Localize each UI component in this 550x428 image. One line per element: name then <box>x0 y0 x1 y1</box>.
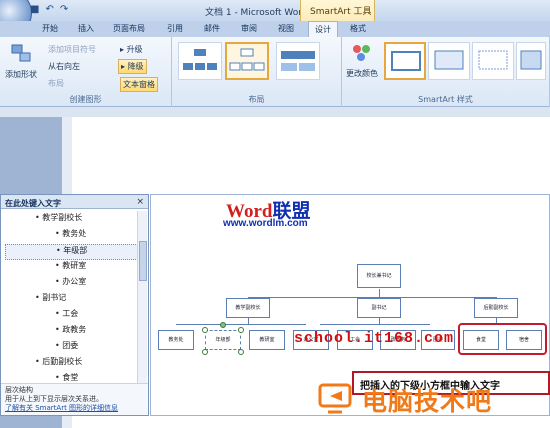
hierarchy-layout-icon <box>229 48 265 71</box>
connector <box>320 324 430 325</box>
tab-review[interactable]: 审阅 <box>241 23 257 34</box>
tab-home[interactable]: 开始 <box>42 23 58 34</box>
change-colors-icon <box>353 45 370 61</box>
org-node-level2[interactable]: 教学副校长 <box>226 298 270 318</box>
change-colors-button[interactable]: 更改颜色 <box>346 68 378 79</box>
org-node-level3[interactable]: 教务处 <box>158 330 194 350</box>
hierarchy-layout-icon <box>183 49 217 70</box>
list-item[interactable]: • 副书记 <box>5 292 138 308</box>
layout-option-2[interactable] <box>225 42 269 80</box>
save-icon[interactable]: ■ <box>30 4 39 15</box>
text-pane: 在此处键入文字 × • 教学副校长 • 教务处 • 年级部 • 教研室 • 办公… <box>0 194 149 416</box>
text-pane-list: • 教学副校长 • 教务处 • 年级部 • 教研室 • 办公室 • 副书记 • … <box>5 212 138 382</box>
learn-more-link[interactable]: 了解有关 SmartArt 图形的详细信息 <box>5 404 144 413</box>
style-option-3[interactable] <box>472 42 514 80</box>
style-option-4[interactable] <box>516 42 546 80</box>
close-icon[interactable]: × <box>136 197 144 207</box>
tab-design[interactable]: 设计 <box>308 21 338 37</box>
ribbon-tabs: 开始 插入 页面布局 引用 邮件 审阅 视图 设计 格式 <box>0 21 550 37</box>
layout-option-1[interactable] <box>178 42 222 80</box>
org-node-level2[interactable]: 后勤副校长 <box>474 298 518 318</box>
group-label-styles: SmartArt 样式 <box>418 95 473 104</box>
redo-icon[interactable]: ↷ <box>60 4 68 15</box>
description-text: 用于从上到下显示层次关系进。 <box>5 395 103 403</box>
tab-view[interactable]: 视图 <box>278 23 294 34</box>
list-item[interactable]: • 后勤副校长 <box>5 356 138 372</box>
demote-button[interactable]: ▸ 降级 <box>118 59 147 74</box>
hierarchy-layout-icon <box>281 51 315 71</box>
group-create-graphic: 添加形状 添加项目符号 从右向左 布局 ▸ 升级 ▸ 降级 文本窗格 创建图形 <box>0 37 172 107</box>
tab-references[interactable]: 引用 <box>167 23 183 34</box>
style-option-2[interactable] <box>428 42 470 80</box>
style-preview-icon <box>478 50 508 70</box>
watermark-site: school.it168.com <box>294 330 455 347</box>
style-preview-icon <box>520 50 542 70</box>
promote-label: 升级 <box>126 45 143 54</box>
group-label-create-graphic: 创建图形 <box>69 95 102 104</box>
selection-handles <box>202 322 244 355</box>
layout-option-3[interactable] <box>276 42 320 80</box>
add-shape-button[interactable]: 添加形状 <box>5 69 37 80</box>
list-item[interactable]: • 工会 <box>5 308 138 324</box>
list-item[interactable]: • 年级部 <box>5 244 138 260</box>
text-pane-button[interactable]: 文本窗格 <box>120 77 158 92</box>
description-title: 层次结构 <box>5 386 33 394</box>
watermark-brand: 电脑技术吧 <box>362 387 493 416</box>
monitor-logo-icon <box>318 383 352 414</box>
tab-insert[interactable]: 插入 <box>78 23 94 34</box>
quick-access-toolbar: ■ ↶ ↷ <box>30 4 68 15</box>
window-title: 文档 1 - Microsoft Word <box>205 8 308 18</box>
text-pane-title: 在此处键入文字 <box>1 195 148 209</box>
tab-mailings[interactable]: 邮件 <box>204 23 220 34</box>
group-label-layouts: 布局 <box>248 95 265 104</box>
tab-page-layout[interactable]: 页面布局 <box>113 23 145 34</box>
scrollbar-thumb[interactable] <box>139 241 147 281</box>
list-item[interactable]: • 教务处 <box>5 228 138 244</box>
title-bar: ■ ↶ ↷ 文档 1 - Microsoft Word <box>0 0 550 36</box>
undo-icon[interactable]: ↶ <box>45 4 53 15</box>
org-node-root[interactable]: 校长兼书记 <box>357 264 401 288</box>
list-item[interactable]: • 食堂 <box>5 372 138 382</box>
style-preview-icon <box>391 51 421 71</box>
list-item[interactable]: • 办公室 <box>5 276 138 292</box>
tab-format[interactable]: 格式 <box>350 23 366 34</box>
list-item[interactable]: • 教学副校长 <box>5 212 138 228</box>
list-item[interactable]: • 团委 <box>5 340 138 356</box>
text-pane-description: 层次结构 用于从上到下显示层次关系进。 了解有关 SmartArt 图形的详细信… <box>1 383 148 415</box>
layout-button[interactable]: 布局 <box>48 78 64 89</box>
demote-label: 降级 <box>127 62 144 71</box>
smartart-tools-label: SmartArt 工具 <box>310 7 372 17</box>
list-item[interactable]: • 教研室 <box>5 260 138 276</box>
org-node-level2[interactable]: 副书记 <box>357 298 401 318</box>
horizontal-ruler <box>0 107 550 117</box>
right-to-left-button[interactable]: 从右向左 <box>48 61 80 72</box>
add-shape-icon <box>11 44 31 62</box>
style-option-1[interactable] <box>384 42 426 80</box>
text-pane-scrollbar[interactable] <box>137 211 147 383</box>
highlight-box <box>458 323 547 355</box>
style-preview-icon <box>434 50 464 70</box>
list-item[interactable]: • 政教务 <box>5 324 138 340</box>
add-bullet-button[interactable]: 添加项目符号 <box>48 44 96 55</box>
promote-button[interactable]: ▸ 升级 <box>120 44 143 55</box>
brand-url: www.wordlm.com <box>223 218 308 229</box>
org-node-level3[interactable]: 教研室 <box>249 330 285 350</box>
